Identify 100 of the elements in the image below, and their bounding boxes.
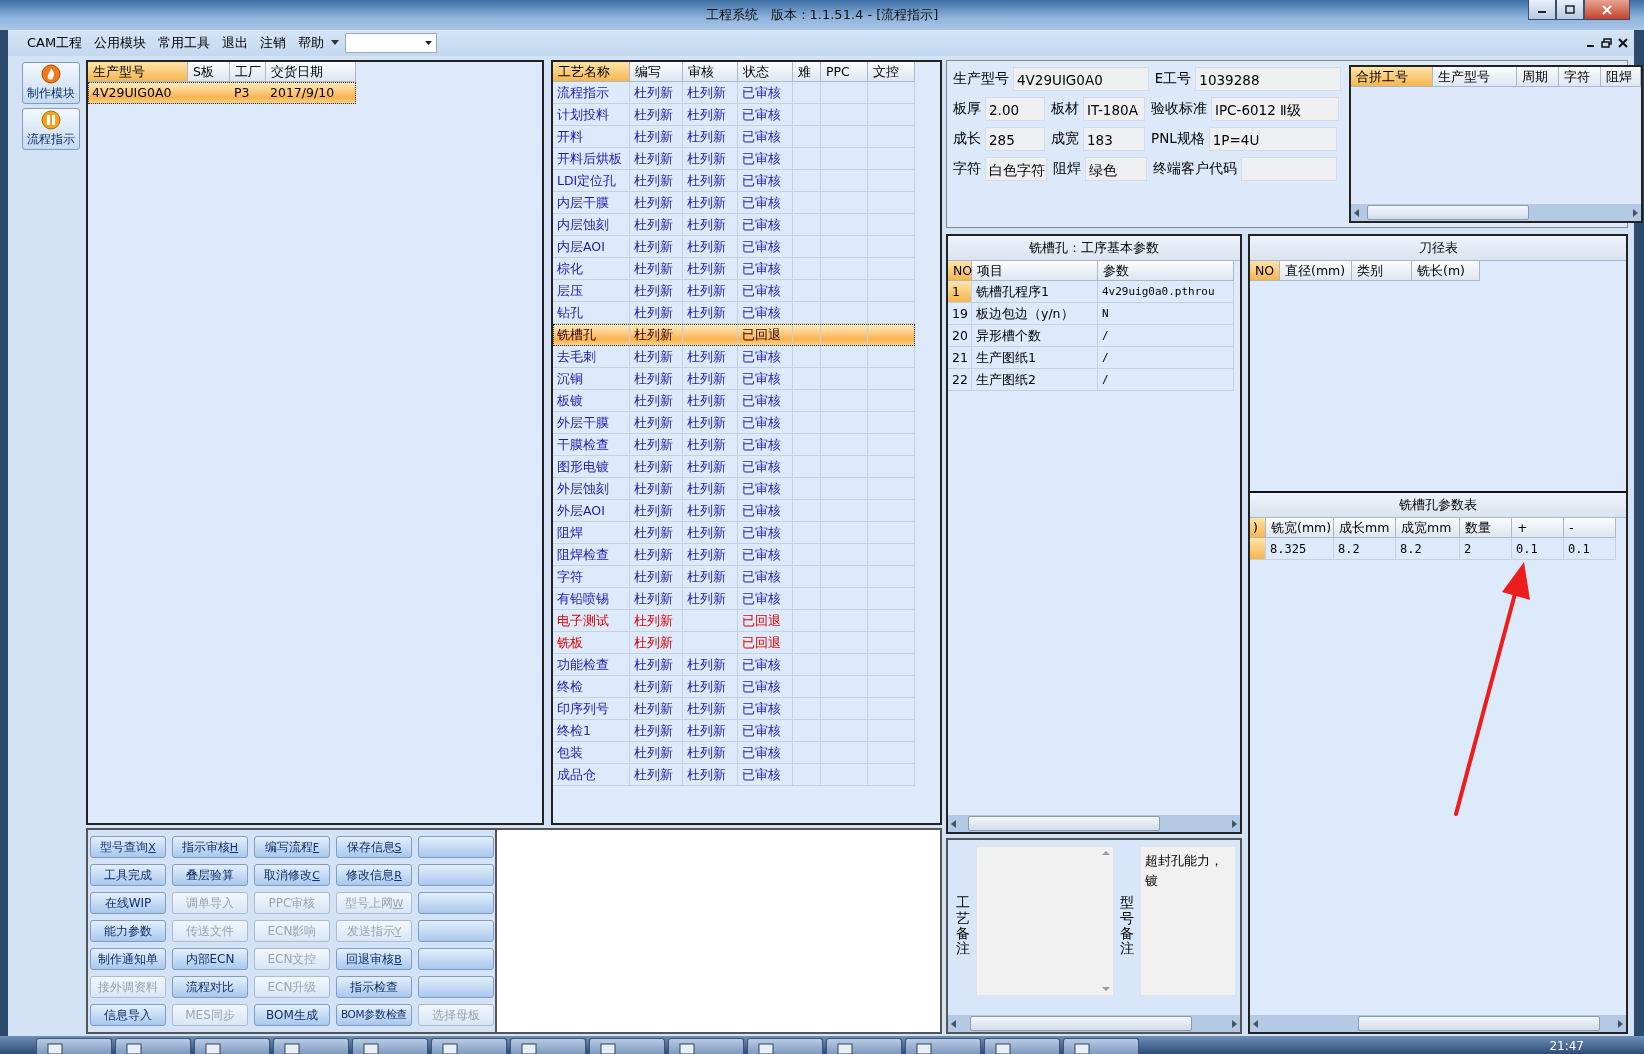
action-button[interactable]: 回退审核B — [336, 948, 412, 970]
action-button[interactable]: 叠层验算 — [172, 864, 248, 886]
taskbar-button[interactable] — [115, 1038, 191, 1054]
input-field[interactable]: 1039288 — [1195, 67, 1341, 91]
column-header[interactable]: 成长mm — [1334, 518, 1396, 538]
scroll-thumb[interactable] — [968, 816, 1160, 831]
column-header[interactable]: 状态 — [738, 62, 793, 82]
table-row[interactable]: 板镀 杜列新 杜列新 已审核 — [553, 390, 915, 412]
input-field[interactable] — [1241, 157, 1337, 181]
column-header[interactable]: 合拼工号 — [1351, 67, 1433, 87]
blank-button[interactable] — [418, 948, 494, 970]
menu-item[interactable]: 公用模块 — [89, 32, 152, 54]
table-row[interactable]: 外层AOI 杜列新 杜列新 已审核 — [553, 500, 915, 522]
table-row[interactable]: 计划投料 杜列新 杜列新 已审核 — [553, 104, 915, 126]
table-row[interactable]: 内层AOI 杜列新 杜列新 已审核 — [553, 236, 915, 258]
table-row[interactable]: 层压 杜列新 杜列新 已审核 — [553, 280, 915, 302]
action-button[interactable]: 修改信息R — [336, 864, 412, 886]
close-button[interactable] — [1584, 0, 1630, 20]
table-row[interactable]: 棕化 杜列新 杜列新 已审核 — [553, 258, 915, 280]
column-header[interactable]: 生产型号 — [88, 62, 188, 82]
scroll-thumb[interactable] — [1358, 1016, 1600, 1031]
column-header[interactable]: 铣长(m) — [1412, 261, 1480, 281]
action-button[interactable]: 指示审核H — [172, 836, 248, 858]
menu-item[interactable]: 注销 — [255, 32, 292, 54]
action-button[interactable]: 编写流程F — [254, 836, 330, 858]
table-row[interactable]: LDI定位孔 杜列新 杜列新 已审核 — [553, 170, 915, 192]
action-button[interactable]: 信息导入 — [90, 1004, 166, 1026]
action-button[interactable]: 流程对比 — [172, 976, 248, 998]
toolbar-button[interactable]: 流程指示 — [22, 108, 80, 150]
table-row[interactable]: 成品仓 杜列新 杜列新 已审核 — [553, 764, 915, 786]
column-header[interactable]: + — [1512, 518, 1564, 538]
input-field[interactable]: IT-180A — [1083, 97, 1145, 121]
scrollbar[interactable] — [1250, 1015, 1626, 1032]
table-row[interactable]: 终检1 杜列新 杜列新 已审核 — [553, 720, 915, 742]
input-field[interactable]: 285 — [985, 127, 1045, 151]
input-field[interactable]: 绿色 — [1085, 157, 1147, 181]
taskbar-button[interactable] — [510, 1038, 586, 1054]
taskbar-button[interactable] — [36, 1038, 112, 1054]
input-field[interactable]: 白色字符 — [985, 157, 1047, 181]
row-marker[interactable]: 1 — [948, 281, 972, 303]
column-header[interactable]: - — [1564, 518, 1616, 538]
toolbar-button[interactable]: 制作模块 — [22, 62, 80, 104]
column-header[interactable]: PPC — [821, 62, 868, 82]
taskbar-button[interactable] — [194, 1038, 270, 1054]
table-row[interactable]: 去毛刺 杜列新 杜列新 已审核 — [553, 346, 915, 368]
row-marker[interactable] — [1250, 538, 1266, 560]
scrollbar[interactable] — [948, 1015, 1240, 1032]
taskbar-button[interactable] — [1063, 1038, 1139, 1054]
blank-button[interactable] — [418, 892, 494, 914]
input-field[interactable]: 2.00 — [985, 97, 1045, 121]
restore-icon[interactable] — [1601, 38, 1612, 48]
column-header[interactable]: 编写 — [630, 62, 683, 82]
text-area[interactable]: 超封孔能力， 镀 — [1140, 846, 1236, 996]
column-header[interactable]: 交货日期 — [266, 62, 356, 82]
blank-button[interactable] — [418, 920, 494, 942]
action-button[interactable]: 工具完成 — [90, 864, 166, 886]
column-header[interactable]: S板 — [188, 62, 230, 82]
column-header[interactable]: 参数 — [1098, 261, 1234, 281]
table-row[interactable]: 阻焊检查 杜列新 杜列新 已审核 — [553, 544, 915, 566]
menu-item[interactable]: CAM工程 — [22, 32, 88, 54]
table-row[interactable]: 有铅喷锡 杜列新 杜列新 已审核 — [553, 588, 915, 610]
blank-button[interactable] — [418, 976, 494, 998]
taskbar-button[interactable] — [905, 1038, 981, 1054]
maximize-button[interactable] — [1556, 0, 1584, 20]
table-row[interactable]: 干膜检查 杜列新 杜列新 已审核 — [553, 434, 915, 456]
column-header[interactable]: 生产型号 — [1433, 67, 1517, 87]
scroll-thumb[interactable] — [970, 1016, 1192, 1031]
action-button[interactable]: 能力参数 — [90, 920, 166, 942]
close-icon[interactable] — [1618, 38, 1628, 48]
caret-icon[interactable] — [331, 40, 340, 46]
blank-button[interactable] — [418, 864, 494, 886]
table-row[interactable]: 铣板 杜列新 已回退 — [553, 632, 915, 654]
table-row[interactable]: 流程指示 杜列新 杜列新 已审核 — [553, 82, 915, 104]
column-header[interactable]: NO — [948, 261, 972, 281]
column-header[interactable]: 难 — [793, 62, 821, 82]
table-row[interactable]: 功能检查 杜列新 杜列新 已审核 — [553, 654, 915, 676]
column-header[interactable]: 铣宽(mm) — [1266, 518, 1334, 538]
action-button[interactable]: 取消修改C — [254, 864, 330, 886]
action-button[interactable]: 保存信息S — [336, 836, 412, 858]
action-button[interactable]: 在线WIP — [90, 892, 166, 914]
table-row[interactable]: 字符 杜列新 杜列新 已审核 — [553, 566, 915, 588]
scrollbar[interactable] — [1351, 204, 1641, 221]
menu-item[interactable]: 退出 — [217, 32, 254, 54]
table-row[interactable]: 电子测试 杜列新 已回退 — [553, 610, 915, 632]
column-header[interactable]: ) — [1250, 518, 1266, 538]
table-row[interactable]: 阻焊 杜列新 杜列新 已审核 — [553, 522, 915, 544]
table-row[interactable]: 印序列号 杜列新 杜列新 已审核 — [553, 698, 915, 720]
action-button[interactable]: 指示检查 — [336, 976, 412, 998]
action-button[interactable]: 内部ECN — [172, 948, 248, 970]
taskbar-button[interactable] — [747, 1038, 823, 1054]
input-field[interactable]: IPC-6012 Ⅱ级 — [1211, 97, 1339, 121]
column-header[interactable]: 类别 — [1352, 261, 1412, 281]
dropdown-field[interactable] — [345, 33, 438, 53]
input-field[interactable]: 1P=4U — [1208, 127, 1337, 151]
input-field[interactable]: 183 — [1083, 127, 1145, 151]
column-header[interactable]: 阻焊 — [1601, 67, 1641, 87]
column-header[interactable]: 项目 — [972, 261, 1098, 281]
taskbar-button[interactable] — [273, 1038, 349, 1054]
taskbar-button[interactable] — [826, 1038, 902, 1054]
taskbar-button[interactable] — [589, 1038, 665, 1054]
